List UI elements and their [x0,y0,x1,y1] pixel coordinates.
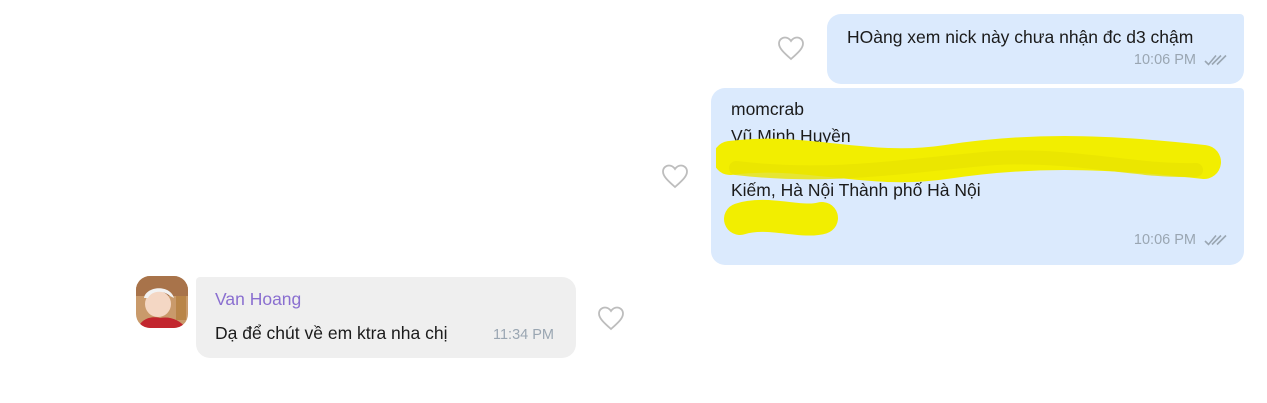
message-time: 11:34 PM [493,327,554,343]
double-check-icon [1204,234,1227,246]
avatar[interactable] [136,276,188,328]
message-line: momcrab [731,99,804,119]
like-heart-icon[interactable] [777,35,807,63]
message-time: 10:06 PM [1133,52,1196,68]
incoming-message-bubble[interactable]: Van Hoang Dạ để chút về em ktra nha chị … [196,277,576,358]
message-meta: 11:34 PM [493,327,554,343]
redaction-scribble [716,136,1221,183]
message-text: HOàng xem nick này chưa nhận đc d3 chậm [847,27,1194,47]
message-meta: 10:06 PM [1134,52,1228,68]
redaction-scribble [724,199,838,236]
message-time: 10:06 PM [1133,232,1196,248]
like-heart-icon[interactable] [597,305,627,333]
message-text: Dạ để chút về em ktra nha chị [215,323,448,343]
sender-name[interactable]: Van Hoang [215,289,301,310]
outgoing-message-bubble[interactable]: HOàng xem nick này chưa nhận đc d3 chậm … [827,14,1244,84]
double-check-icon [1204,54,1227,66]
message-meta: 10:06 PM [1134,232,1228,248]
like-heart-icon[interactable] [661,163,691,191]
